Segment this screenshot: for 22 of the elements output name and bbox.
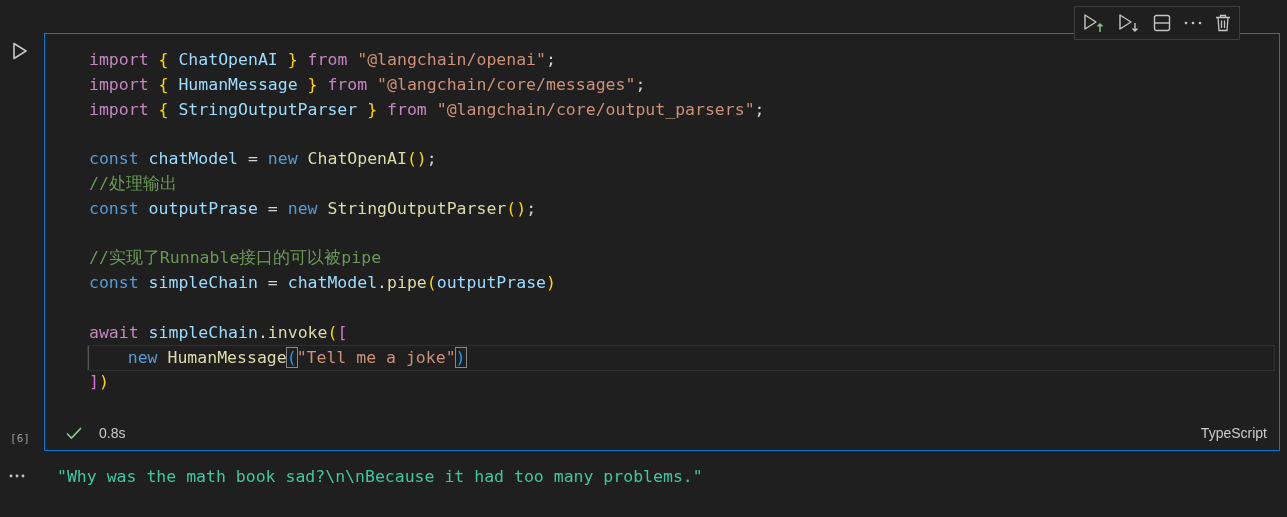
run-button[interactable] xyxy=(11,42,29,62)
more-icon[interactable] xyxy=(1184,21,1202,25)
code-line: //处理输出 xyxy=(89,173,177,195)
language-label[interactable]: TypeScript xyxy=(1200,425,1267,441)
output-text: "Why was the math book sad?\n\nBecause it had too many problems." xyxy=(57,466,703,486)
run-below-icon[interactable] xyxy=(1118,13,1140,33)
code-cell[interactable] xyxy=(44,33,1280,451)
code-line: const chatModel = new ChatOpenAI(); xyxy=(89,148,437,171)
code-line: import { StringOutputParser } from "@langchain/core/output_parsers"; xyxy=(89,98,765,121)
code-line: const outputPrase = new StringOutputParser(); xyxy=(89,197,537,220)
execution-time: 0.8s xyxy=(99,425,126,441)
code-line: ]) xyxy=(89,371,109,394)
run-above-icon[interactable] xyxy=(1083,13,1105,33)
delete-icon[interactable] xyxy=(1215,14,1231,32)
code-line: const simpleChain = chatModel.pipe(outputPrase) xyxy=(89,272,556,295)
execution-count: [6] xyxy=(10,432,30,445)
code-line: import { ChatOpenAI } from "@langchain/openai"; xyxy=(89,49,556,71)
code-line: await simpleChain.invoke([ xyxy=(89,321,348,344)
more-icon[interactable] xyxy=(9,474,25,478)
split-cell-icon[interactable] xyxy=(1153,14,1171,32)
code-line: import { HumanMessage } from "@langchain/core/messages"; xyxy=(89,73,646,96)
code-line: //实现了Runnable接口的可以被pipe xyxy=(89,247,382,270)
